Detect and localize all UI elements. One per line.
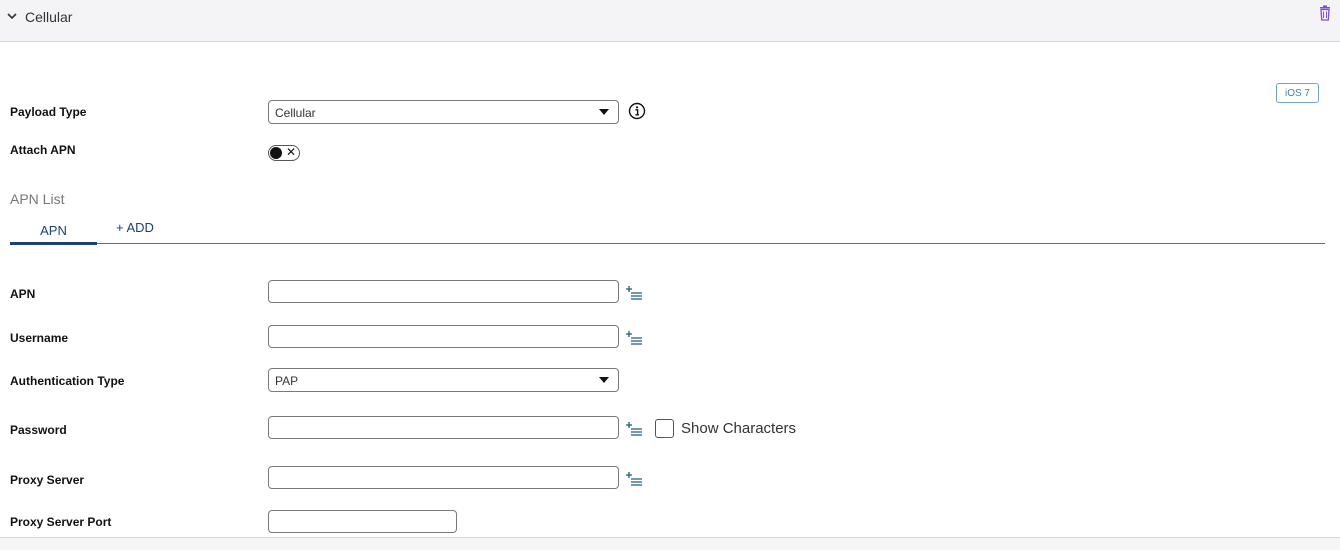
attach-apn-toggle[interactable]: ✕ [268, 145, 300, 161]
ios-version-badge: iOS 7 [1276, 83, 1319, 103]
show-characters-checkbox[interactable] [655, 419, 674, 438]
authentication-type-select[interactable]: PAP [268, 368, 619, 392]
password-label: Password [10, 423, 67, 437]
password-input[interactable] [268, 416, 619, 439]
tabs-divider [10, 243, 1325, 244]
caret-down-icon [599, 377, 609, 383]
insert-variable-icon[interactable] [625, 421, 643, 437]
trash-icon[interactable] [1317, 5, 1333, 21]
username-input[interactable] [268, 325, 619, 348]
tab-apn[interactable]: APN [10, 220, 97, 245]
payload-type-value: Cellular [275, 106, 316, 120]
toggle-knob [270, 147, 282, 159]
proxy-server-input[interactable] [268, 466, 619, 489]
payload-type-select[interactable]: Cellular [268, 100, 619, 124]
username-label: Username [10, 331, 69, 345]
section-title: Cellular [25, 9, 73, 25]
section-footer [0, 537, 1340, 550]
apn-label: APN [10, 287, 36, 301]
active-tab-indicator [10, 242, 97, 245]
authentication-type-label: Authentication Type [10, 374, 125, 388]
attach-apn-label: Attach APN [10, 143, 76, 157]
apn-list-title: APN List [10, 191, 65, 207]
authentication-type-value: PAP [275, 374, 299, 388]
insert-variable-icon[interactable] [625, 285, 643, 301]
payload-type-label: Payload Type [10, 105, 87, 119]
proxy-server-port-label: Proxy Server Port [10, 515, 112, 529]
proxy-server-port-input[interactable] [268, 510, 457, 533]
insert-variable-icon[interactable] [625, 471, 643, 487]
chevron-down-icon[interactable] [6, 10, 18, 22]
proxy-server-label: Proxy Server [10, 473, 85, 487]
add-apn-button[interactable]: + ADD [116, 220, 154, 235]
section-header[interactable]: Cellular [0, 0, 1340, 42]
show-characters-label[interactable]: Show Characters [681, 420, 796, 437]
cellular-payload-page: Cellular iOS 7 Payload Type Cellular Att… [0, 0, 1340, 550]
insert-variable-icon[interactable] [625, 330, 643, 346]
caret-down-icon [599, 109, 609, 115]
toggle-off-icon: ✕ [286, 145, 297, 159]
info-icon[interactable] [628, 102, 646, 120]
apn-input[interactable] [268, 280, 619, 303]
tab-apn-label: APN [40, 223, 67, 238]
